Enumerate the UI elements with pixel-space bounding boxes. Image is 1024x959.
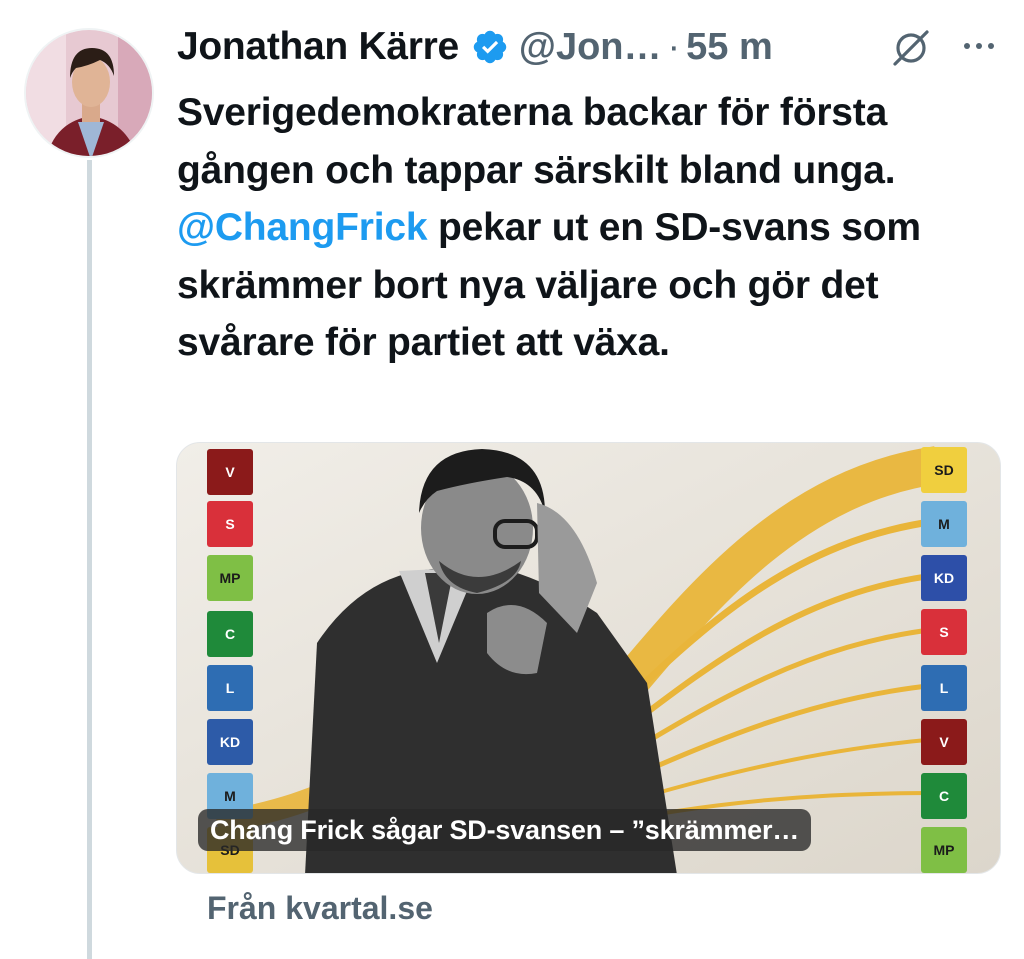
grok-icon[interactable] [889,26,933,70]
party-pill: S [207,501,253,547]
tweet-text-part-1: Sverigedemokraterna backar för första gå… [177,91,896,192]
party-pill: MP [921,827,967,873]
party-pill: SD [921,447,967,493]
card-caption-text: Chang Frick sågar SD-svansen – ”skrämmer… [210,814,800,845]
author-name[interactable]: Jonathan Kärre [177,25,459,69]
more-icon[interactable] [959,34,999,58]
party-pill: L [921,665,967,711]
tweet-text: Sverigedemokraterna backar för första gå… [177,84,997,372]
card-source[interactable]: Från kvartal.se [207,890,433,927]
avatar-image [26,30,152,156]
avatar[interactable] [24,28,154,158]
verified-badge-icon [471,28,509,66]
tweet-time[interactable]: 55 m [686,26,773,69]
author-handle[interactable]: @Jon… [519,26,662,69]
party-pill: KD [207,719,253,765]
party-pill: V [207,449,253,495]
mention-link[interactable]: @ChangFrick [177,206,428,249]
party-pill: KD [921,555,967,601]
party-pill: S [921,609,967,655]
party-pill: L [207,665,253,711]
tweet-header: Jonathan Kärre @Jon… · 55 m [177,22,1007,72]
party-pill: M [921,501,967,547]
link-card[interactable]: V S MP C L KD M SD SD M KD S L V C MP Ch… [176,442,1001,874]
party-pill: C [207,611,253,657]
party-pill: C [921,773,967,819]
party-pill: MP [207,555,253,601]
card-caption[interactable]: Chang Frick sågar SD-svansen – ”skrämmer… [198,809,812,851]
separator-dot: · [667,25,681,68]
party-pill: V [921,719,967,765]
thread-line [87,160,92,959]
